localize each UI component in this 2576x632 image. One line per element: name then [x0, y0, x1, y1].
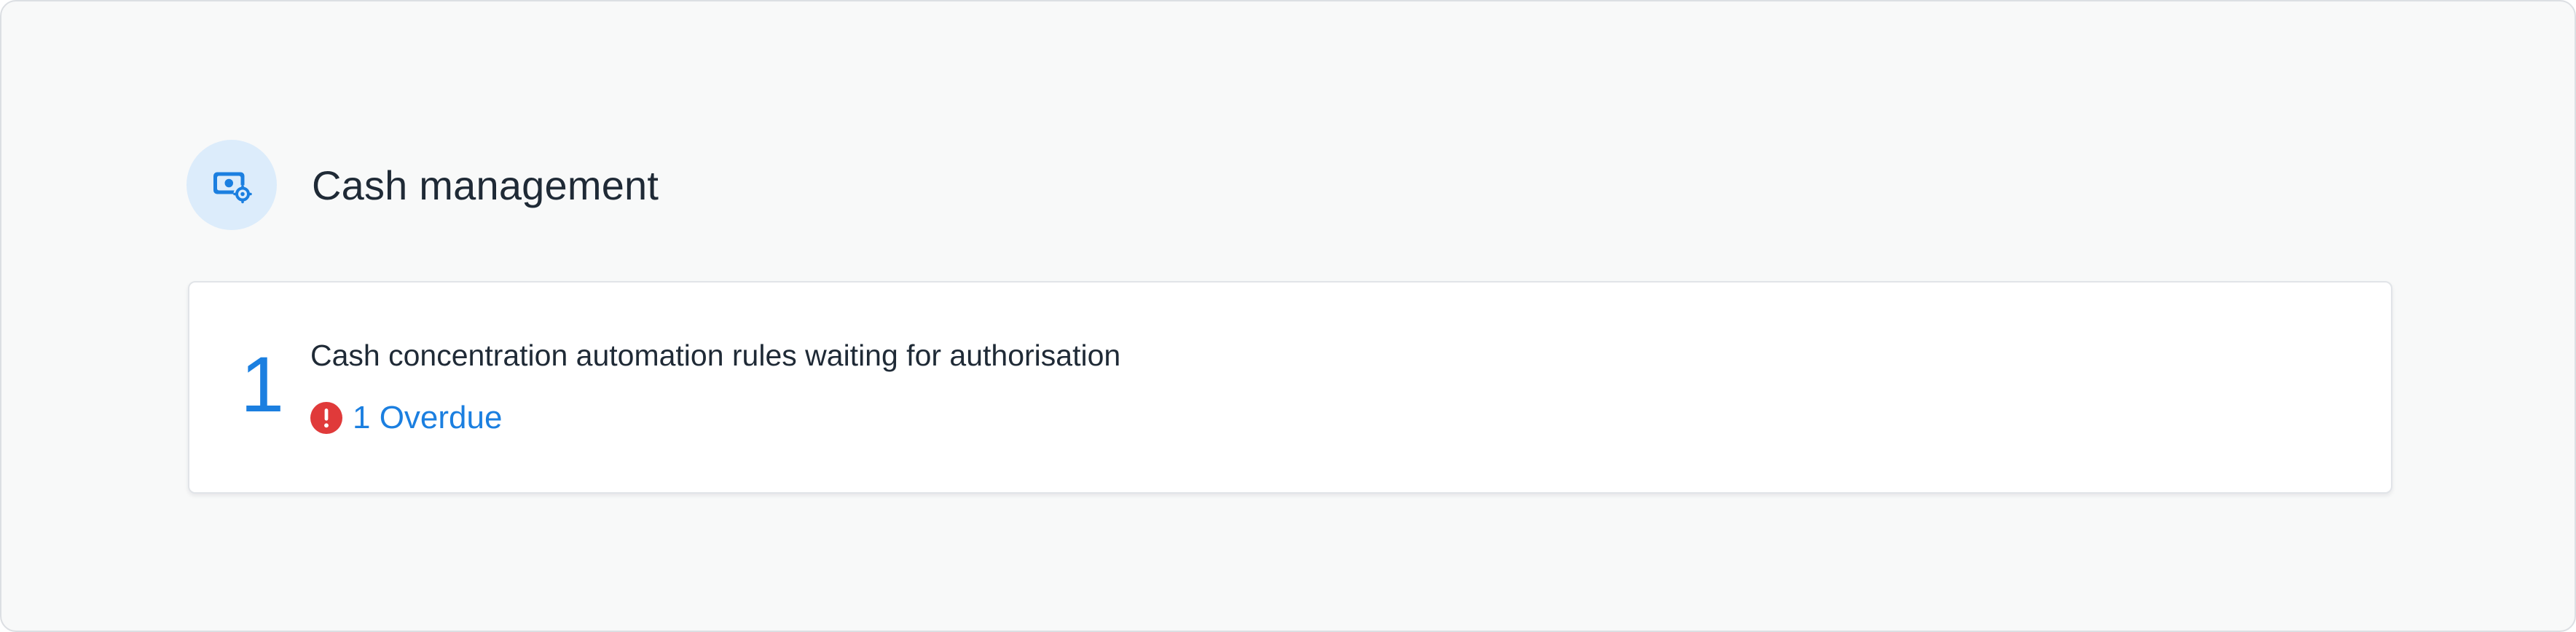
section-title: Cash management: [312, 162, 659, 208]
cash-settings-icon: [213, 172, 252, 204]
dashboard-panel: Cash management 1 Cash concentration aut…: [0, 0, 2576, 632]
task-card[interactable]: 1 Cash concentration automation rules wa…: [188, 281, 2392, 494]
task-title[interactable]: Cash concentration automation rules wait…: [310, 336, 1120, 374]
overdue-row[interactable]: 1 Overdue: [310, 398, 502, 438]
task-count: 1: [240, 340, 285, 428]
overdue-link[interactable]: 1 Overdue: [353, 400, 502, 436]
section-icon-badge: [186, 140, 277, 230]
section-header: Cash management: [186, 140, 659, 230]
alert-circle-icon: [310, 402, 342, 434]
